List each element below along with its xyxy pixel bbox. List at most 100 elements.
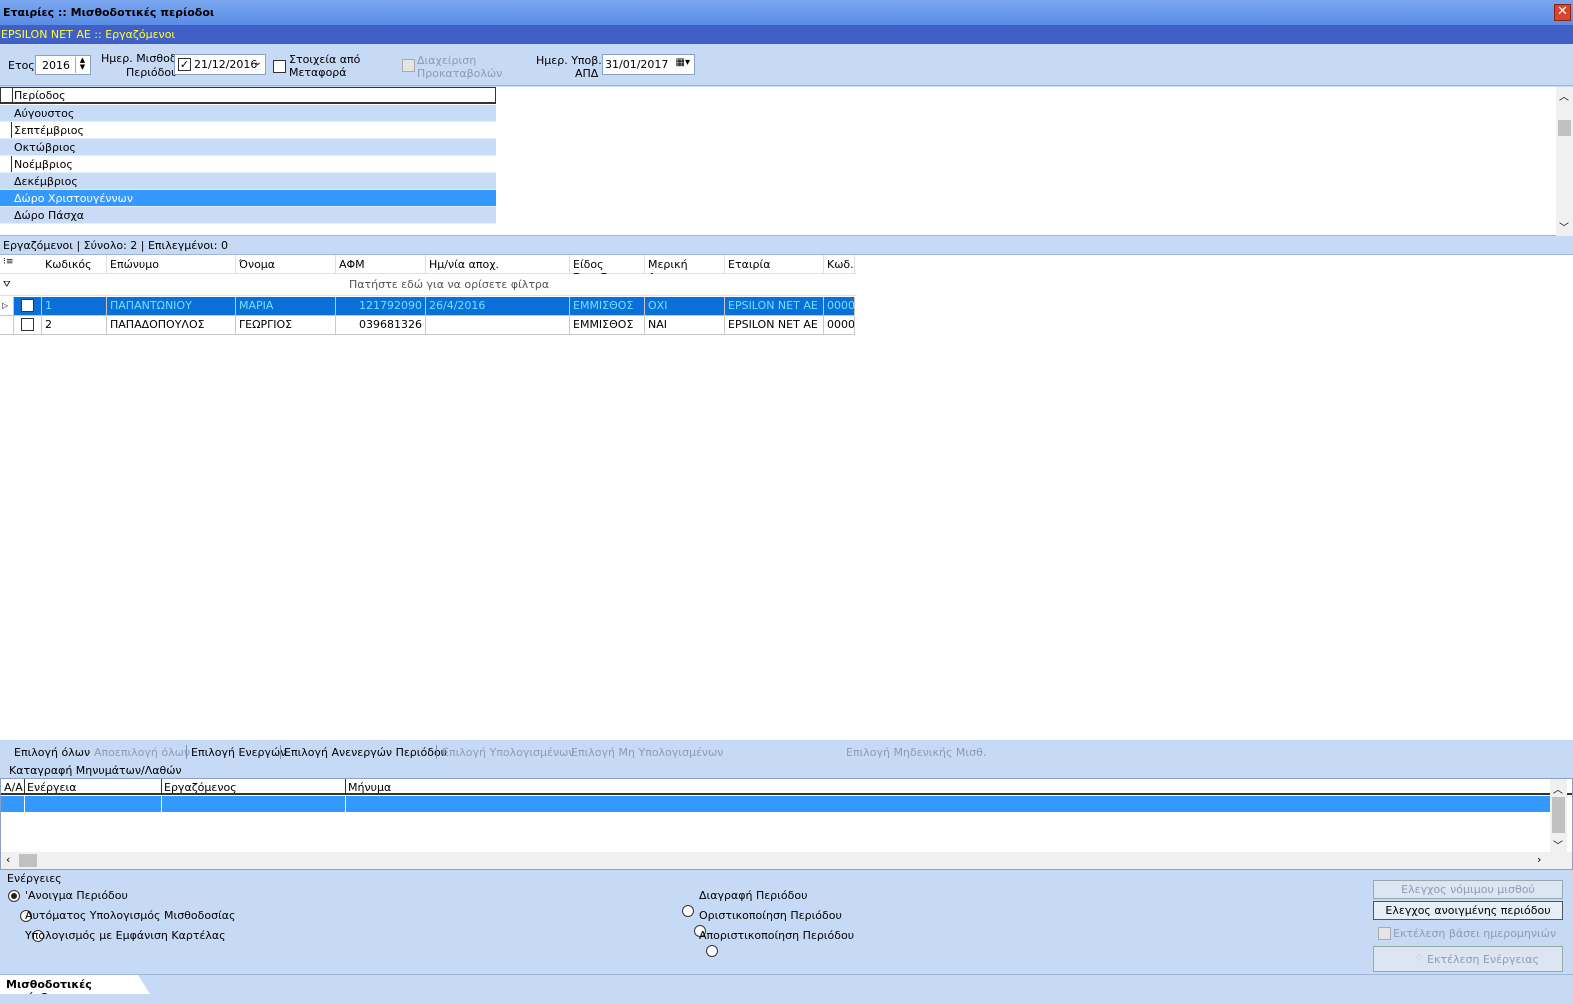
employee-select-checkbox[interactable] bbox=[21, 299, 34, 312]
emp-col-header[interactable]: Μερική Απασχ. bbox=[645, 255, 725, 284]
period-row[interactable]: Νοέμβριος bbox=[0, 156, 496, 173]
check-open-period-button[interactable]: Ελεγχος ανοιγμένης περιόδου bbox=[1373, 901, 1563, 920]
tab-payroll-periods[interactable]: Μισθοδοτικές περίοδοι bbox=[0, 975, 150, 994]
period-row[interactable]: Δεκέμβριος bbox=[0, 173, 496, 190]
chevron-down-icon[interactable]: ⌄ bbox=[254, 57, 262, 68]
scroll-down-icon[interactable]: ﹀ bbox=[1553, 837, 1563, 852]
actions-title: Ενέργειες bbox=[7, 872, 62, 885]
pay-date-label: Ημερ. Μισθοδ. bbox=[101, 52, 181, 65]
selection-button: Επιλογή Υπολογισμένων bbox=[442, 746, 575, 759]
filter-row[interactable]: ⛛ Πατήστε εδώ για να ορίσετε φίλτρα bbox=[0, 274, 856, 296]
selection-button[interactable]: Επιλογή όλων bbox=[14, 746, 90, 759]
msg-col-employee: Εργαζόμενος bbox=[164, 781, 237, 794]
scroll-up-icon[interactable]: ︿ bbox=[1559, 88, 1569, 103]
year-spinner[interactable]: 2016 ▲ ▼ bbox=[35, 55, 91, 75]
emp-col-header[interactable]: Κωδικός bbox=[42, 255, 107, 273]
filter-hint: Πατήστε εδώ για να ορίσετε φίλτρα bbox=[349, 278, 550, 291]
transfer-label-2: Μεταφορά bbox=[289, 66, 347, 79]
selection-button[interactable]: Επιλογή Ενεργών bbox=[191, 746, 286, 759]
calendar-icon[interactable]: ▦▾ bbox=[676, 57, 690, 68]
messages-vscrollbar[interactable]: ︿ ﹀ bbox=[1550, 779, 1567, 852]
toolbar: Ετος 2016 ▲ ▼ Ημερ. Μισθοδ. Περιόδου ✓ 21… bbox=[0, 46, 1573, 86]
period-row[interactable]: Δώρο Χριστουγέννων bbox=[0, 190, 496, 207]
scroll-right-icon[interactable]: › bbox=[1537, 853, 1541, 866]
periods-grid: Περίοδος Αύγουστος Σεπτέμβριος Οκτώβριος Νο… bbox=[0, 87, 1573, 236]
employee-select-checkbox[interactable] bbox=[21, 318, 34, 331]
apd-date-picker[interactable]: 31/01/2017 ▦▾ bbox=[602, 54, 695, 75]
emp-col-header[interactable]: Κωδ. bbox=[824, 255, 855, 273]
execute-label: Εκτέλεση Ενέργειας bbox=[1427, 953, 1539, 966]
period-row[interactable]: Οκτώβριος bbox=[0, 139, 496, 156]
scroll-thumb[interactable] bbox=[1558, 120, 1571, 136]
periods-scrollbar[interactable]: ︿ ﹀ bbox=[1556, 87, 1573, 236]
emp-col-header[interactable]: Ημ/νία αποχ. bbox=[426, 255, 570, 273]
employees-header: ⁝≡ Κωδικός Επώνυμο Όνομα ΑΦΜ Ημ/νία αποχ. Είδ… bbox=[0, 255, 856, 284]
action-radio[interactable] bbox=[8, 890, 20, 902]
hscroll-thumb[interactable] bbox=[19, 854, 37, 867]
employee-cell: ΠΑΠΑΝΤΩΝΙΟΥ bbox=[107, 297, 236, 316]
action-radio-label[interactable]: Αυτόματος Υπολογισμός Μισθοδοσίας bbox=[25, 909, 236, 922]
action-radio-label[interactable]: Διαγραφή Περιόδου bbox=[699, 889, 807, 902]
pay-date-picker[interactable]: ✓ 21/12/2016 ⌄ bbox=[174, 54, 266, 75]
action-radio-label[interactable]: Υπολογισμός με Εμφάνιση Καρτέλας bbox=[25, 929, 226, 942]
toolbar-separator bbox=[280, 745, 281, 759]
action-radio-label[interactable]: Οριστικοποίηση Περιόδου bbox=[699, 909, 842, 922]
year-label: Ετος bbox=[8, 59, 35, 72]
emp-col-header[interactable]: Εταιρία bbox=[725, 255, 824, 273]
window-title: Εταιρίες :: Μισθοδοτικές περίοδοι bbox=[0, 0, 1573, 25]
execute-spinner-icon: ⁘ bbox=[1414, 951, 1425, 965]
execute-action-button: ⁘ Εκτέλεση Ενέργειας bbox=[1373, 946, 1563, 972]
scroll-left-icon[interactable]: ‹ bbox=[6, 853, 10, 866]
pay-date-checkbox[interactable]: ✓ bbox=[178, 58, 191, 71]
column-chooser-icon[interactable]: ⁝≡ bbox=[3, 257, 13, 267]
employee-cell: 2 bbox=[42, 316, 107, 335]
employee-cell: 0000 bbox=[824, 297, 855, 316]
pay-date-label-2: Περιόδου bbox=[126, 66, 178, 79]
action-radio-label[interactable]: Αποριστικοποίηση Περιόδου bbox=[699, 929, 854, 942]
action-radio-label[interactable]: 'Ανοιγμα Περιόδου bbox=[25, 889, 128, 902]
employee-cell: 26/4/2016 bbox=[426, 297, 570, 316]
scroll-up-icon[interactable]: ︿ bbox=[1553, 781, 1563, 796]
employee-select-cell[interactable] bbox=[14, 316, 42, 335]
period-row[interactable]: Δώρο Πάσχα bbox=[0, 207, 496, 224]
row-indicator bbox=[0, 316, 14, 335]
pay-date-value: 21/12/2016 bbox=[194, 58, 258, 71]
employee-cell: 0000 bbox=[824, 316, 855, 335]
period-row[interactable]: Σεπτέμβριος bbox=[0, 122, 496, 139]
selection-button: Αποεπιλογή όλων bbox=[94, 746, 190, 759]
year-value: 2016 bbox=[42, 59, 70, 72]
tab-bar: Μισθοδοτικές περίοδοι bbox=[0, 974, 1573, 994]
emp-col-header[interactable]: Επώνυμο bbox=[107, 255, 236, 273]
close-icon[interactable]: ✕ bbox=[1554, 4, 1571, 21]
apd-label-2: ΑΠΔ bbox=[575, 67, 599, 80]
emp-col-header[interactable]: Είδος Εργαζ. bbox=[570, 255, 645, 284]
employee-select-cell[interactable] bbox=[14, 297, 42, 316]
vscroll-thumb[interactable] bbox=[1552, 797, 1565, 833]
employee-cell: ΠΑΠΑΔΟΠΟΥΛΟΣ bbox=[107, 316, 236, 335]
msg-col-message: Μήνυμα bbox=[348, 781, 392, 794]
messages-selected-row[interactable] bbox=[1, 796, 1550, 812]
msg-col-action: Ενέργεια bbox=[27, 781, 77, 794]
filter-icon[interactable]: ⛛ bbox=[3, 280, 11, 290]
spinner-arrows-icon[interactable]: ▲ ▼ bbox=[75, 57, 89, 73]
action-radio[interactable] bbox=[706, 945, 718, 957]
period-row[interactable]: Αύγουστος bbox=[0, 105, 496, 122]
messages-hscrollbar[interactable]: ‹ › bbox=[1, 852, 1572, 869]
employee-cell bbox=[426, 316, 570, 335]
scroll-down-icon[interactable]: ﹀ bbox=[1559, 219, 1569, 234]
emp-col-header[interactable]: ΑΦΜ bbox=[336, 255, 426, 273]
messages-header: Α/Α Ενέργεια Εργαζόμενος Μήνυμα bbox=[1, 779, 1572, 795]
msg-col-aa: Α/Α bbox=[4, 781, 23, 794]
transfer-checkbox[interactable] bbox=[273, 60, 286, 73]
transfer-label: Στοιχεία από bbox=[289, 53, 361, 66]
selection-toolbar: Επιλογή όλων Αποεπιλογή όλων Επιλογή Ενεργ… bbox=[0, 742, 1573, 763]
selection-button[interactable]: Επιλογή Ανενεργών Περιόδου bbox=[284, 746, 447, 759]
action-radio[interactable] bbox=[682, 905, 694, 917]
run-by-dates-label: Εκτέλεση βάσει ημερομηνιών bbox=[1393, 927, 1557, 940]
employee-cell: ΓΕΩΡΓΙΟΣ bbox=[236, 316, 336, 335]
employee-cell: 039681326 bbox=[336, 316, 426, 335]
current-row-icon: ▷ bbox=[0, 297, 14, 316]
emp-col-header[interactable]: Όνομα bbox=[236, 255, 336, 273]
messages-title: Καταγραφή Μηνυμάτων/Λαθών bbox=[9, 764, 182, 777]
selection-button: Επιλογή Μη Υπολογισμένων bbox=[571, 746, 724, 759]
